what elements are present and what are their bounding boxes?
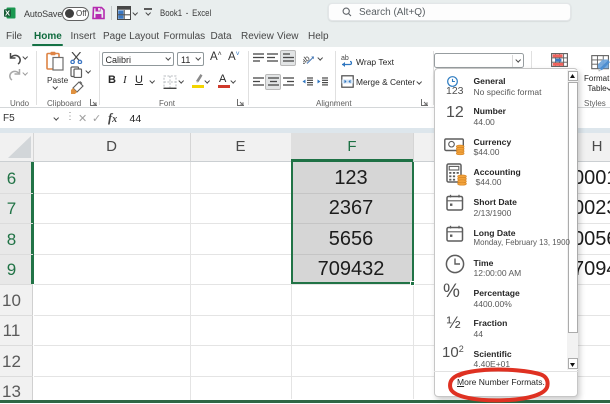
svg-text:X: X [5,9,10,18]
svg-text:ab: ab [341,55,349,62]
